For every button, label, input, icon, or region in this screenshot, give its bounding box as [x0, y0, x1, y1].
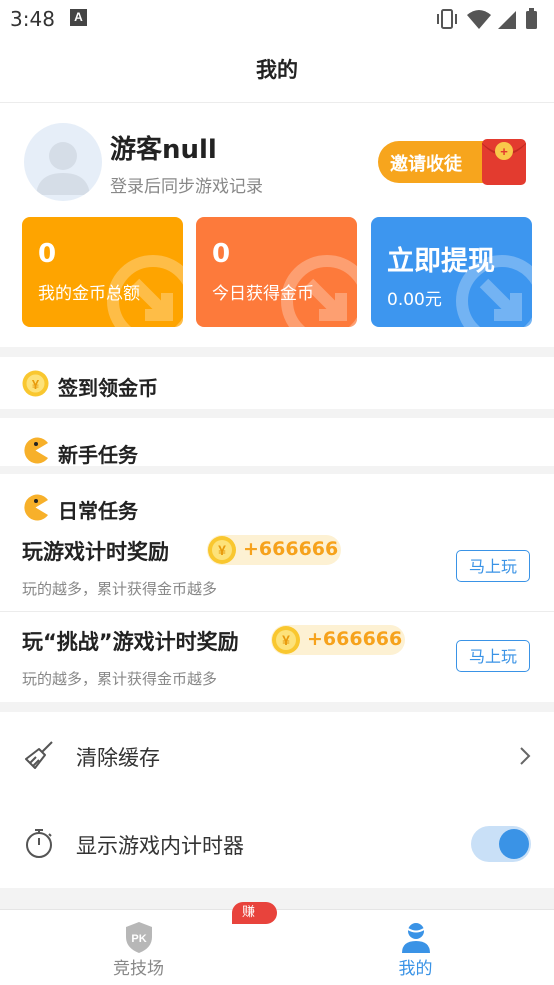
checkin-title: 签到领金币 — [58, 376, 158, 400]
today-coins-card[interactable]: 0 今日获得金币 — [196, 217, 357, 327]
svg-text:PK: PK — [131, 933, 146, 945]
newbie-task-title: 新手任务 — [58, 443, 138, 467]
wifi-icon — [467, 10, 491, 29]
arrow-circle-icon — [107, 255, 183, 327]
arena-shield-icon: PK — [125, 922, 152, 953]
total-coins-card[interactable]: 0 我的金币总额 — [22, 217, 183, 327]
svg-text:¥: ¥ — [282, 632, 290, 648]
checkin-row[interactable]: ¥ 签到领金币 — [0, 357, 554, 409]
play-now-button[interactable]: 马上玩 — [456, 640, 530, 672]
status-time: 3:48 — [10, 7, 55, 31]
svg-text:+: + — [500, 144, 508, 159]
vibrate-icon — [437, 9, 457, 29]
toggle-knob — [499, 829, 529, 859]
play-now-button[interactable]: 马上玩 — [456, 550, 530, 582]
chevron-right-icon — [520, 747, 531, 765]
title-bar: 我的 — [0, 38, 554, 103]
coin-icon: ¥ — [208, 536, 236, 564]
svg-text:¥: ¥ — [218, 542, 226, 558]
tab-arena-label: 竞技场 — [113, 959, 164, 979]
arrow-circle-icon — [456, 255, 532, 327]
clear-cache-row[interactable]: 清除缓存 — [0, 712, 554, 800]
stopwatch-icon — [26, 829, 52, 858]
task-description: 玩的越多，累计获得金币越多 — [22, 580, 218, 598]
arrow-circle-icon — [281, 255, 357, 327]
status-bar: 3:48 A — [0, 0, 554, 38]
task-description: 玩的越多，累计获得金币越多 — [22, 670, 218, 688]
pacman-icon — [24, 437, 48, 464]
task-item: 玩“挑战”游戏计时奖励 ¥ +666666 玩的越多，累计获得金币越多 马上玩 — [0, 612, 554, 702]
coin-reward-badge: ¥ +666666 — [207, 535, 341, 565]
invite-label: 邀请收徒 — [390, 154, 462, 175]
coin-icon: ¥ — [272, 626, 300, 654]
battery-icon — [526, 8, 537, 29]
today-coins-value: 0 — [212, 239, 231, 269]
signal-icon — [498, 11, 516, 29]
coin-reward-badge: ¥ +666666 — [271, 625, 405, 655]
reward-amount: +666666 — [307, 628, 403, 650]
pacman-icon — [24, 494, 48, 521]
notification-icon: A — [70, 9, 87, 26]
reward-amount: +666666 — [243, 538, 339, 560]
page-title: 我的 — [256, 58, 298, 82]
bottom-nav: PK 竞技场 赚钱 我的 — [0, 902, 554, 985]
earn-money-badge: 赚钱 — [232, 902, 277, 942]
red-envelope-icon: + — [482, 139, 526, 185]
show-timer-toggle[interactable] — [471, 826, 531, 862]
username: 游客null — [110, 135, 217, 165]
show-timer-row: 显示游戏内计时器 — [0, 800, 554, 888]
task-name: 玩游戏计时奖励 — [22, 540, 169, 564]
total-coins-value: 0 — [38, 239, 57, 269]
withdraw-amount: 0.00元 — [387, 290, 442, 310]
coin-icon: ¥ — [22, 370, 49, 397]
profile-section: 游客null 登录后同步游戏记录 邀请收徒 + 0 我的金币总额 0 今日获得金… — [0, 103, 554, 347]
show-timer-label: 显示游戏内计时器 — [76, 834, 244, 858]
task-name: 玩“挑战”游戏计时奖励 — [22, 630, 239, 654]
avatar[interactable] — [24, 123, 102, 201]
broom-icon — [25, 741, 53, 769]
default-avatar-icon — [36, 142, 90, 195]
daily-task-title: 日常任务 — [58, 499, 138, 523]
newbie-task-row[interactable]: 新手任务 — [0, 418, 554, 467]
user-icon — [401, 923, 430, 953]
daily-task-header: 日常任务 — [0, 474, 554, 523]
tab-mine[interactable]: 我的 — [277, 910, 554, 985]
system-icons — [437, 8, 537, 29]
login-sync-hint[interactable]: 登录后同步游戏记录 — [110, 172, 263, 197]
tab-arena[interactable]: PK 竞技场 赚钱 — [0, 902, 277, 985]
tab-mine-label: 我的 — [398, 959, 433, 979]
withdraw-card[interactable]: 立即提现 0.00元 — [371, 217, 532, 327]
svg-text:¥: ¥ — [32, 377, 40, 392]
task-item: 玩游戏计时奖励 ¥ +666666 玩的越多，累计获得金币越多 马上玩 — [0, 522, 554, 612]
clear-cache-label: 清除缓存 — [76, 746, 160, 770]
